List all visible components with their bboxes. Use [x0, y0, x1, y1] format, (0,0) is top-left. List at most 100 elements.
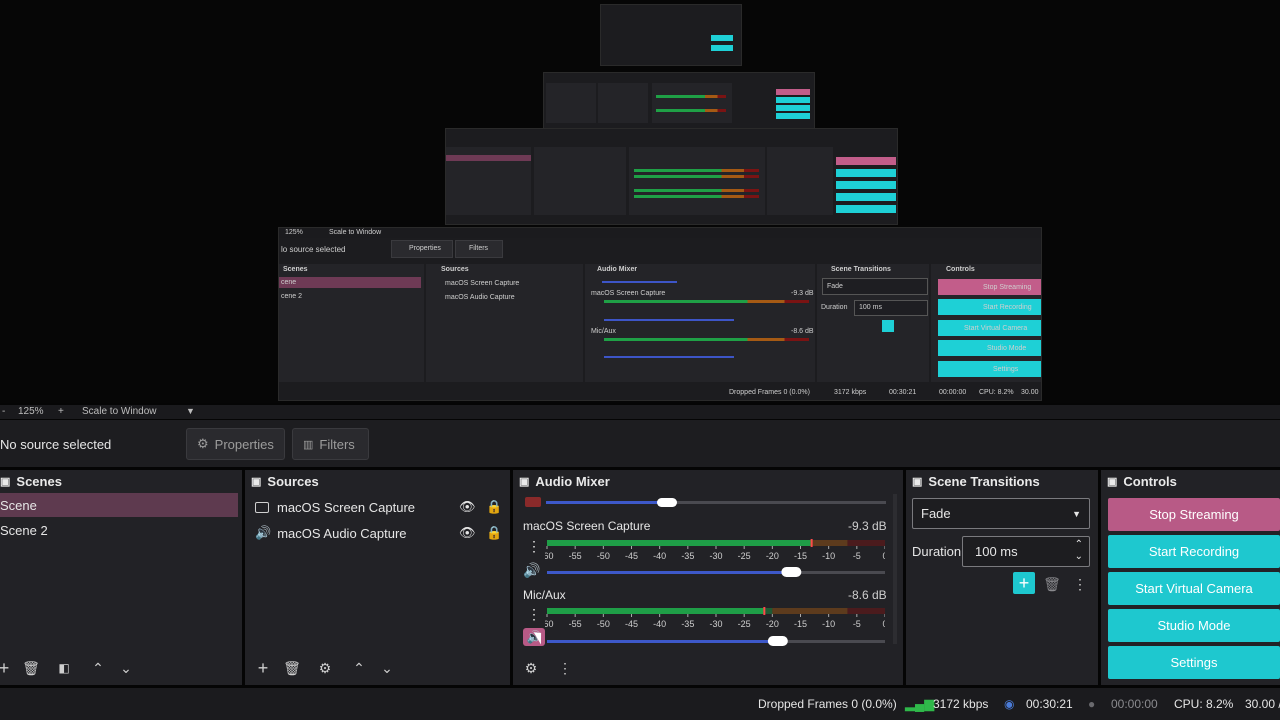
- source-item[interactable]: 🔊 macOS Audio Capture 👁 🔒: [255, 521, 506, 545]
- dropped-frames: Dropped Frames 0 (0.0%): [758, 697, 897, 711]
- scale-mode-select[interactable]: Scale to Window: [82, 406, 156, 417]
- filters-button[interactable]: ▥ Filters: [292, 428, 369, 460]
- move-down-icon[interactable]: ⌄: [118, 660, 134, 676]
- gear-icon: ⚙: [197, 436, 209, 451]
- chevron-down-icon[interactable]: ▼: [186, 406, 195, 416]
- move-up-icon[interactable]: ⌃: [351, 660, 367, 676]
- record-icon: ●: [1088, 697, 1096, 711]
- eye-icon[interactable]: 👁: [459, 525, 476, 541]
- meter-tick-label: -55: [569, 551, 582, 561]
- stop-streaming-button[interactable]: Stop Streaming: [1108, 498, 1280, 531]
- zoom-level[interactable]: 125%: [18, 406, 44, 417]
- meter-tick-label: -25: [738, 551, 751, 561]
- meter-tick-label: -60: [545, 551, 554, 561]
- studio-mode-button[interactable]: Studio Mode: [1108, 609, 1280, 642]
- meter-tick-label: 0: [882, 551, 885, 561]
- kebab-menu-icon[interactable]: ⋮: [557, 660, 573, 676]
- scene-transitions-title: Scene Transitions: [928, 473, 1040, 489]
- chevron-up-icon[interactable]: ⌃: [1075, 539, 1083, 550]
- eye-icon[interactable]: 👁: [459, 499, 476, 515]
- scene-item-selected[interactable]: Scene: [0, 493, 238, 517]
- chevron-down-icon: ▼: [1072, 508, 1081, 519]
- volume-slider-track: [790, 571, 885, 574]
- volume-slider-handle[interactable]: [767, 636, 788, 646]
- transition-value: Fade: [921, 506, 951, 521]
- trash-icon[interactable]: 🗑: [22, 660, 40, 676]
- kebab-menu-icon[interactable]: ⋮: [527, 606, 541, 623]
- add-transition-icon[interactable]: +: [1013, 572, 1035, 594]
- mixer-scrollbar[interactable]: [893, 494, 897, 644]
- meter-level: [547, 540, 811, 546]
- lock-icon[interactable]: 🔒: [486, 499, 502, 515]
- filter-icon: ▥: [303, 438, 314, 451]
- preview-canvas[interactable]: 125% Scale to Window lo source selected …: [0, 0, 1280, 403]
- transition-select[interactable]: Fade ▼: [912, 498, 1090, 529]
- gear-icon[interactable]: ⚙: [317, 660, 333, 676]
- speaker-icon[interactable]: 🔊: [523, 562, 540, 579]
- scene-filter-icon[interactable]: ◧: [56, 660, 72, 676]
- dock-icon: ▣: [251, 475, 262, 488]
- meter-zone: [847, 608, 885, 614]
- start-virtual-camera-button[interactable]: Start Virtual Camera: [1108, 572, 1280, 605]
- audio-meter-2: -60-55-50-45-40-35-30-25-20-15-10-50: [545, 607, 885, 629]
- source-item[interactable]: macOS Screen Capture 👁 🔒: [255, 495, 506, 519]
- status-bar: Dropped Frames 0 (0.0%) ▂▄▆ 3172 kbps ◉ …: [0, 688, 1280, 720]
- mute-icon[interactable]: [525, 497, 541, 507]
- lock-icon[interactable]: 🔒: [486, 525, 502, 541]
- zoom-plus-icon[interactable]: +: [58, 406, 64, 417]
- meter-tick-label: -10: [822, 619, 835, 629]
- meter-tick-label: -45: [625, 619, 638, 629]
- sources-title: Sources: [267, 473, 319, 489]
- dock-icon: ▣: [0, 475, 11, 488]
- mirror-preview-3: [600, 4, 742, 66]
- meter-tick-label: -30: [709, 551, 722, 561]
- meter-zone: [847, 540, 885, 546]
- meter-peak: [810, 539, 813, 547]
- meter-tick-label: -60: [545, 619, 554, 629]
- stream-icon: ◉: [1004, 697, 1015, 711]
- controls-title: Controls: [1123, 473, 1177, 489]
- record-time: 00:00:00: [1111, 697, 1158, 711]
- gear-icon[interactable]: ⚙: [523, 660, 539, 676]
- stream-time: 00:30:21: [1026, 697, 1073, 711]
- no-source-label: No source selected: [0, 437, 112, 452]
- duration-label: Duration: [912, 544, 962, 559]
- volume-slider-fill: [547, 640, 777, 643]
- settings-button[interactable]: Settings: [1108, 646, 1280, 679]
- add-scene-icon[interactable]: +: [0, 658, 12, 678]
- volume-slider-1[interactable]: [545, 566, 885, 578]
- meter-level: [547, 608, 764, 614]
- kebab-menu-icon[interactable]: ⋮: [527, 538, 541, 555]
- channel-db: -8.6 dB: [848, 588, 887, 602]
- audio-mixer-title-bar: ▣ Audio Mixer: [513, 470, 903, 492]
- volume-slider-handle[interactable]: [657, 498, 677, 507]
- sources-dock: ▣ Sources macOS Screen Capture 👁 🔒 🔊 mac…: [245, 470, 510, 685]
- trash-icon[interactable]: 🗑: [1043, 576, 1061, 592]
- meter-tick-label: -45: [625, 551, 638, 561]
- add-source-icon[interactable]: +: [255, 658, 271, 678]
- volume-slider-2[interactable]: [545, 635, 885, 647]
- cpu-usage: CPU: 8.2%: [1174, 697, 1234, 711]
- move-down-icon[interactable]: ⌄: [379, 660, 395, 676]
- duration-stepper[interactable]: 100 ms ⌃ ⌄: [962, 536, 1090, 567]
- volume-slider-fill: [546, 501, 666, 504]
- mirror-preview-0: 125% Scale to Window lo source selected …: [278, 227, 1042, 401]
- meter-tick-label: -20: [766, 619, 779, 629]
- chevron-down-icon[interactable]: ⌄: [1075, 551, 1083, 562]
- scenes-title: Scenes: [16, 473, 62, 489]
- meter-tick-label: -15: [794, 551, 807, 561]
- volume-slider-track: [666, 501, 886, 504]
- volume-slider-handle[interactable]: [781, 567, 802, 577]
- bitrate: 3172 kbps: [933, 697, 989, 711]
- scene-item[interactable]: Scene 2: [0, 518, 238, 542]
- meter-tick-label: -5: [853, 551, 861, 561]
- kebab-menu-icon[interactable]: ⋮: [1072, 576, 1088, 592]
- trash-icon[interactable]: 🗑: [283, 660, 301, 676]
- source-label: macOS Screen Capture: [277, 499, 416, 515]
- move-up-icon[interactable]: ⌃: [90, 660, 106, 676]
- meter-tick-label: -50: [597, 551, 610, 561]
- properties-button[interactable]: ⚙ Properties: [186, 428, 285, 460]
- audio-mixer-title: Audio Mixer: [535, 473, 610, 489]
- start-recording-button[interactable]: Start Recording: [1108, 535, 1280, 568]
- audio-mixer-toolbar: ⚙ ⋮: [513, 651, 903, 685]
